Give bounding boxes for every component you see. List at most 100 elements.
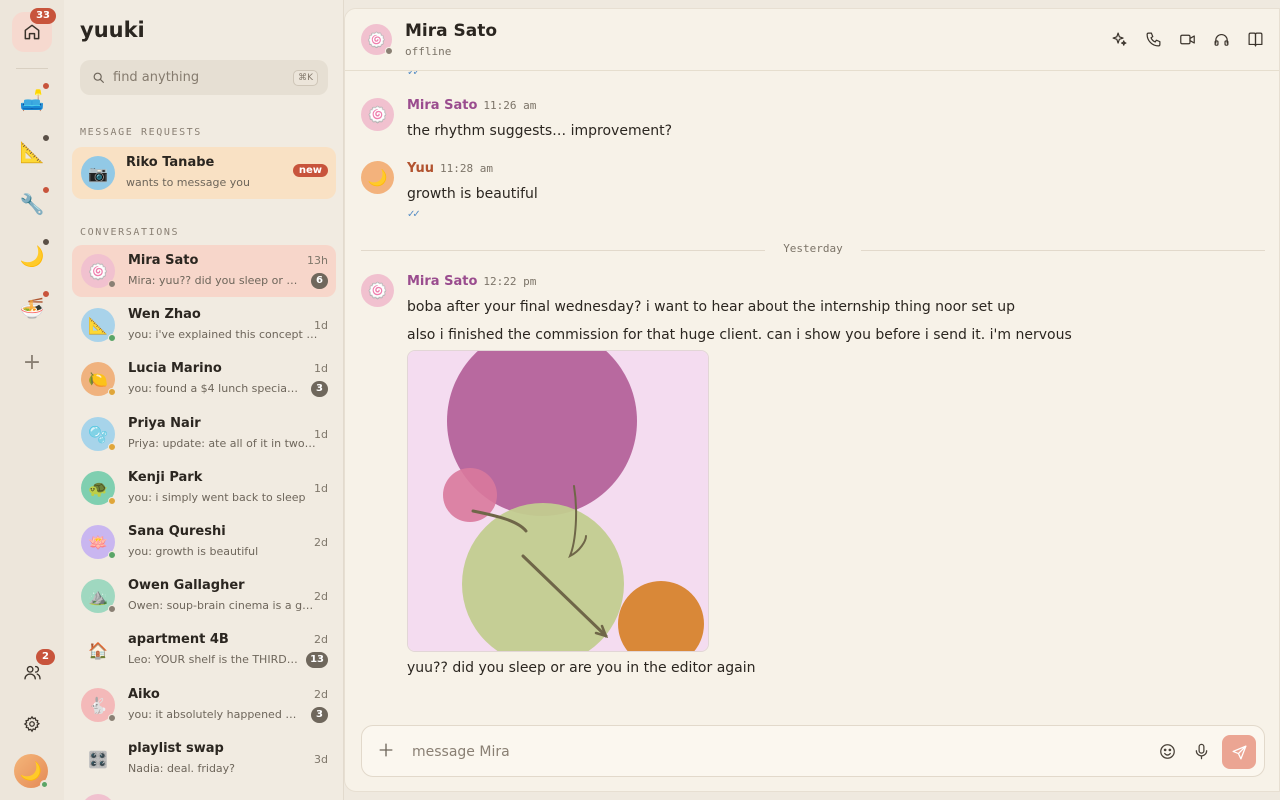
message-time: 12:22 pm — [483, 275, 537, 288]
search-icon — [93, 72, 104, 83]
message-input[interactable] — [412, 740, 1132, 764]
contact-name: Mira Sato — [405, 21, 498, 41]
conversation-item-sana-qureshi[interactable]: 🪷 Sana Qureshi you: growth is beautiful … — [72, 516, 336, 568]
conversation-time: 1d — [314, 319, 328, 332]
unread-count: 3 — [311, 381, 328, 397]
message-time: 11:26 am — [483, 99, 537, 112]
mixer-icon: 🎛️ — [88, 749, 108, 769]
ruler-triangle-icon: 📐 — [19, 140, 45, 164]
conversation-item-playlist-swap[interactable]: 🎛️ playlist swap Nadia: deal. friday? 3d — [72, 733, 336, 785]
message-avatar[interactable]: 🍥 — [361, 98, 394, 131]
rail-space-1[interactable]: 🛋️ — [12, 80, 52, 120]
day-separator-label: Yesterday — [783, 242, 843, 255]
unread-dot — [42, 134, 50, 142]
conversation-name: Lucia Marino — [128, 361, 222, 376]
microphone-icon[interactable] — [1192, 742, 1212, 762]
avatar: 🎛️ — [81, 742, 115, 776]
message-author: Yuu 11:28 am — [407, 161, 493, 176]
conversation-name: Wen Zhao — [128, 307, 201, 322]
search-box[interactable]: ⌘K — [80, 60, 328, 95]
conversation-preview: Mira: yuu?? did you sleep or are you in … — [128, 274, 300, 287]
home-icon — [24, 24, 40, 40]
conversation-time: 1d — [314, 362, 328, 375]
unread-dot — [42, 290, 50, 298]
online-indicator — [40, 780, 49, 789]
requests-label: MESSAGE REQUESTS — [80, 127, 202, 138]
unread-dot — [42, 82, 50, 90]
conversation-preview: you: i've explained this concept three t… — [128, 328, 318, 341]
user-avatar[interactable]: 🌙 — [14, 754, 49, 789]
conversation-preview: you: it absolutely happened and you know… — [128, 708, 300, 721]
rail-space-2[interactable]: 📐 — [12, 132, 52, 172]
conversation-preview: you: i simply went back to sleep — [128, 491, 306, 504]
moon-icon: 🌙 — [19, 244, 45, 268]
image-attachment[interactable] — [407, 350, 709, 652]
status-indicator — [108, 605, 116, 613]
conversation-preview: Leo: YOUR shelf is the THIRD one — [128, 653, 300, 666]
conversation-item-mira-sato[interactable]: 🍥 Mira Sato Mira: yuu?? did you sleep or… — [72, 245, 336, 297]
conversation-item-wen-zhao[interactable]: 📐 Wen Zhao you: i've explained this conc… — [72, 299, 336, 351]
conversation-name: Aiko — [128, 687, 160, 702]
home-button[interactable]: 33 — [12, 8, 56, 52]
avatar: 🍋 — [81, 362, 116, 396]
rail-space-5[interactable]: 🍜 — [12, 288, 52, 328]
contact-avatar[interactable]: 🍥 — [361, 24, 393, 55]
avatar: 🏠 — [81, 633, 115, 667]
message-author: Mira Sato 12:22 pm — [407, 274, 537, 289]
settings-button[interactable] — [12, 704, 52, 744]
gear-icon — [23, 715, 41, 733]
message-text: yuu?? did you sleep or are you in the ed… — [407, 660, 756, 676]
add-space-button[interactable]: + — [12, 342, 52, 382]
conversation-item-kenji-park[interactable]: 🐢 Kenji Park you: i simply went back to … — [72, 462, 336, 514]
unread-dot — [42, 238, 50, 246]
avatar: 🐢 — [81, 471, 116, 505]
conversation-item-apartment-4b[interactable]: 🏠 apartment 4B Leo: YOUR shelf is the TH… — [72, 624, 336, 676]
unread-dot — [42, 186, 50, 194]
conversation-time: 13h — [307, 254, 328, 267]
conversation-item-lucia-marino[interactable]: 🍋 Lucia Marino you: found a $4 lunch spe… — [72, 353, 336, 405]
conversation-name: Mira Sato — [128, 253, 199, 268]
search-input[interactable] — [113, 70, 294, 85]
status-indicator — [108, 497, 116, 505]
wrench-icon: 🔧 — [19, 192, 45, 216]
avatar: ⛰️ — [81, 579, 116, 613]
people-button[interactable]: 2 — [12, 649, 55, 692]
message-avatar[interactable]: 🌙 — [361, 161, 394, 194]
conversation-preview: Owen: soup-brain cinema is a genre now — [128, 599, 318, 612]
conversation-time: 3d — [314, 753, 328, 766]
status-indicator — [108, 714, 116, 722]
conversation-item-aiko[interactable]: 🐇 Aiko you: it absolutely happened and y… — [72, 679, 336, 731]
message-avatar[interactable]: 🍥 — [361, 274, 394, 307]
artwork-image — [408, 351, 708, 651]
rail-divider — [16, 68, 48, 69]
message-composer — [361, 725, 1265, 777]
avatar: 📐 — [81, 308, 116, 342]
avatar: 🐇 — [81, 688, 116, 722]
chat-panel: 🍥 Mira Sato offline ✓✓ 🍥 Mira Sato 11:26 … — [344, 8, 1280, 792]
conversation-item-priya-nair[interactable]: 🫧 Priya Nair Priya: update: ate all of i… — [72, 408, 336, 460]
unread-count: 3 — [311, 707, 328, 723]
contact-status: offline — [405, 45, 452, 58]
conversation-preview: you: found a $4 lunch special near campu… — [128, 382, 300, 395]
emoji-icon[interactable] — [1158, 742, 1178, 762]
message-time: 11:28 am — [439, 162, 493, 175]
message-author: Mira Sato 11:26 am — [407, 98, 537, 113]
phone-icon[interactable] — [1143, 29, 1163, 49]
send-button[interactable] — [1222, 735, 1256, 769]
new-badge: new — [292, 164, 328, 177]
rail-space-4[interactable]: 🌙 — [12, 236, 52, 276]
message-request-item[interactable]: 📷 Riko Tanabe wants to message you new — [72, 147, 336, 199]
status-indicator — [108, 334, 116, 342]
sparkles-icon[interactable] — [1109, 29, 1129, 49]
read-receipt-icon: ✓✓ — [407, 209, 421, 220]
headphones-icon[interactable] — [1211, 29, 1231, 49]
video-icon[interactable] — [1177, 29, 1197, 49]
conversation-time: 1d — [314, 482, 328, 495]
book-icon[interactable] — [1245, 29, 1265, 49]
attach-plus-icon[interactable] — [376, 740, 396, 760]
rail-space-3[interactable]: 🔧 — [12, 184, 52, 224]
ramen-icon: 🍜 — [19, 296, 45, 320]
conversations-label: CONVERSATIONS — [80, 227, 180, 238]
conversation-item-owen-gallagher[interactable]: ⛰️ Owen Gallagher Owen: soup-brain cinem… — [72, 570, 336, 622]
moon-icon: 🌙 — [19, 760, 43, 782]
